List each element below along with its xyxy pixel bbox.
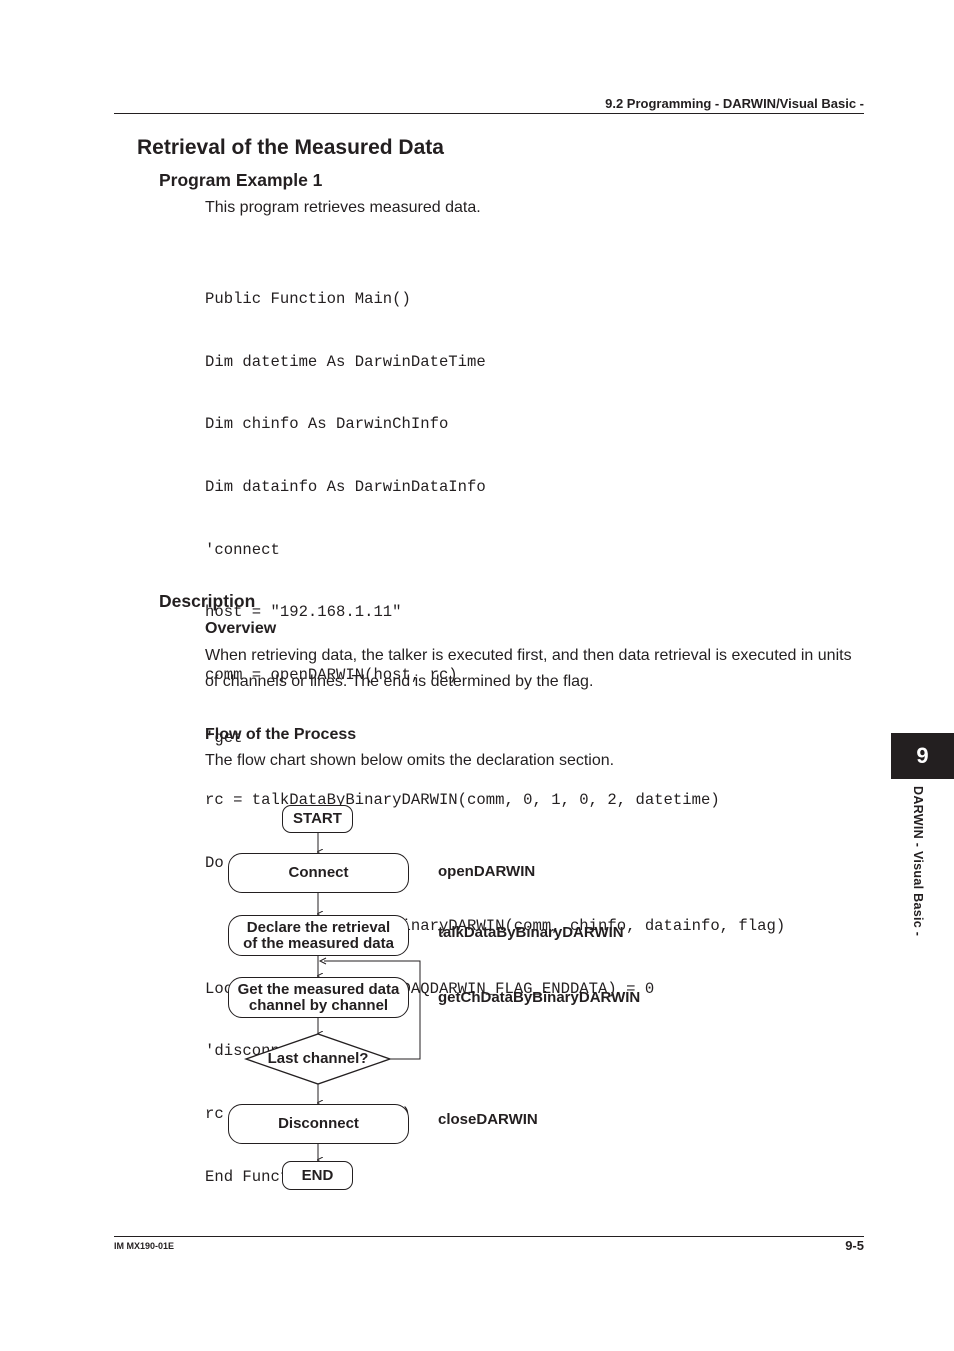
- declare-line-2: of the measured data: [243, 934, 394, 952]
- flowchart-decision-label: Last channel?: [267, 1050, 369, 1067]
- get-line-1: Get the measured data: [237, 980, 400, 998]
- function-closedarwin: closeDARWIN: [438, 1111, 538, 1128]
- chapter-tab-label: DARWIN - Visual Basic -: [911, 786, 925, 937]
- document-id: IM MX190-01E: [114, 1241, 175, 1251]
- get-line-2: channel by channel: [248, 996, 389, 1014]
- flowchart-disconnect: Disconnect: [228, 1104, 409, 1144]
- function-talkdata: talkDataByBinaryDARWIN: [438, 924, 624, 941]
- function-getchdata: getChDataByBinaryDARWIN: [438, 989, 641, 1006]
- flowchart-get-data: Get the measured data channel by channel: [228, 977, 409, 1018]
- flowchart-connectors: [244, 832, 421, 1351]
- function-opendarwin: openDARWIN: [438, 863, 536, 880]
- chapter-tab: 9: [891, 733, 954, 779]
- flowchart-declare: Declare the retrieval of the measured da…: [228, 915, 409, 956]
- flowchart-connect: Connect: [228, 853, 409, 893]
- flowchart-start: START: [282, 805, 353, 833]
- footer-rule: [114, 1236, 864, 1237]
- declare-line-1: Declare the retrieval: [246, 918, 391, 936]
- page-number: 9-5: [845, 1238, 864, 1253]
- flowchart-end: END: [282, 1161, 353, 1190]
